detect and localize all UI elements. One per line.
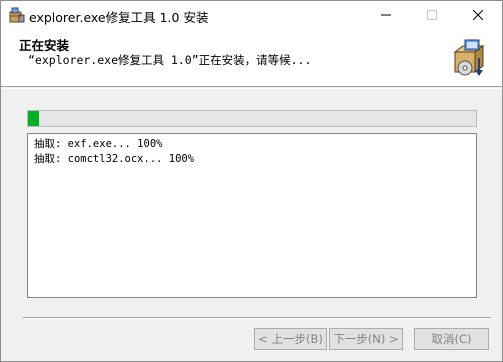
header-banner: 正在安装 “explorer.exe修复工具 1.0”正在安装，请等候... (1, 30, 502, 87)
footer-separator (23, 317, 491, 319)
install-log-list[interactable]: 抽取: exf.exe... 100% 抽取: comctl32.ocx... … (27, 133, 477, 298)
installer-box-icon (8, 6, 26, 24)
progress-fill (28, 111, 40, 126)
title-bar[interactable]: explorer.exe修复工具 1.0 安装 (1, 1, 502, 30)
header-separator (1, 88, 502, 89)
minimize-icon (381, 9, 391, 23)
next-button[interactable]: 下一步(N) > (329, 328, 403, 350)
log-line: 抽取: exf.exe... 100% (34, 138, 163, 150)
installer-package-icon (451, 38, 489, 78)
installer-window: explorer.exe修复工具 1.0 安装 正在安装 “explorer.e… (0, 0, 503, 362)
progress-bar (27, 110, 477, 127)
log-line: 抽取: comctl32.ocx... 100% (34, 153, 195, 165)
maximize-button (409, 1, 455, 30)
back-button[interactable]: < 上一步(B) (254, 328, 327, 350)
cancel-button[interactable]: 取消(C) (414, 328, 489, 350)
page-subtitle: “explorer.exe修复工具 1.0”正在安装，请等候... (28, 53, 312, 67)
minimize-button[interactable] (363, 1, 409, 30)
maximize-icon (427, 9, 437, 23)
close-button[interactable] (455, 1, 501, 30)
close-icon (472, 9, 484, 23)
window-title: explorer.exe修复工具 1.0 安装 (29, 10, 209, 25)
